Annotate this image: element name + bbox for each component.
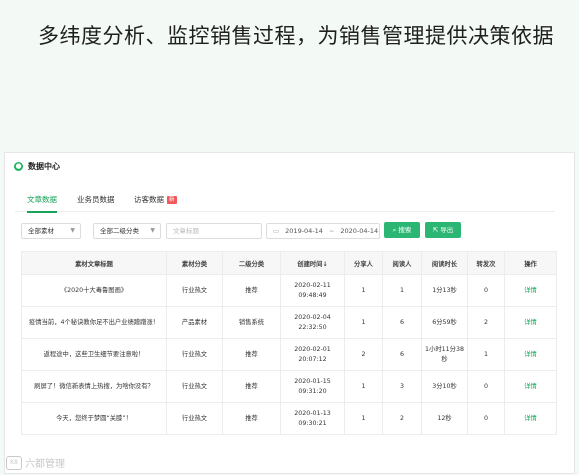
tab-article-data[interactable]: 文章数据 bbox=[27, 194, 57, 213]
cell-sharers: 1 bbox=[344, 402, 383, 435]
details-link[interactable]: 详情 bbox=[504, 274, 557, 307]
col-created-time[interactable]: 创建时间↓ bbox=[280, 251, 345, 275]
cell-category: 行业热文 bbox=[166, 370, 223, 403]
cell-created-time: 2020-02-01 20:07:12 bbox=[280, 338, 345, 371]
col-sharers: 分享人 bbox=[344, 251, 383, 275]
cell-title: 《2020十大毒鲁图画》 bbox=[21, 274, 167, 307]
cell-forwards: 0 bbox=[467, 370, 505, 403]
col-forwards: 转发次 bbox=[467, 251, 505, 275]
export-button-label: 导出 bbox=[440, 226, 454, 234]
date-start: 2019-04-14 bbox=[285, 227, 323, 235]
details-link[interactable]: 详情 bbox=[504, 370, 557, 403]
table-row: 今天，您终于梦圆“关膝”！ 行业热文 推荐 2020-01-13 09:30:2… bbox=[21, 402, 557, 435]
cell-category: 产品素材 bbox=[166, 306, 223, 339]
panel-header: ● 数据中心 bbox=[14, 161, 60, 172]
cell-created-time: 2020-01-13 09:30:21 bbox=[280, 402, 345, 435]
cell-title: 返程途中，这些卫生细节要注意啦！ bbox=[21, 338, 167, 371]
sort-desc-icon: ↓ bbox=[322, 260, 328, 268]
page-headline: 多纬度分析、监控销售过程，为销售管理提供决策依据 bbox=[38, 24, 554, 48]
cell-created-time: 2020-02-11 09:48:49 bbox=[280, 274, 345, 307]
search-button-label: 搜索 bbox=[398, 226, 412, 234]
title-search-input[interactable]: 文章标题 bbox=[166, 223, 262, 239]
cell-created-time: 2020-02-04 22:32:50 bbox=[280, 306, 345, 339]
cell-forwards: 1 bbox=[467, 338, 505, 371]
cell-duration: 6分59秒 bbox=[421, 306, 468, 339]
cell-duration: 1小时11分38秒 bbox=[421, 338, 468, 371]
tab-visitor-data[interactable]: 访客数据新 bbox=[134, 194, 177, 205]
col-action: 操作 bbox=[504, 251, 557, 275]
cell-created-time: 2020-01-15 09:31:20 bbox=[280, 370, 345, 403]
col-subcategory: 二级分类 bbox=[222, 251, 281, 275]
cell-readers: 3 bbox=[382, 370, 422, 403]
cell-readers: 2 bbox=[382, 402, 422, 435]
subcategory-select-value: 全部二级分类 bbox=[100, 227, 139, 235]
cell-readers: 6 bbox=[382, 306, 422, 339]
table-row: 疫情当前，4个秘诀教你足不出户业绩蹭蹭涨！ 产品素材 销售系统 2020-02-… bbox=[21, 306, 557, 339]
cell-subcategory: 销售系统 bbox=[222, 306, 281, 339]
cell-subcategory: 推荐 bbox=[222, 402, 281, 435]
cell-readers: 1 bbox=[382, 274, 422, 307]
details-link[interactable]: 详情 bbox=[504, 338, 557, 371]
table-header-row: 素材文章标题 素材分类 二级分类 创建时间↓ 分享人 阅读人 阅读时长 转发次 … bbox=[21, 251, 557, 275]
subcategory-select[interactable]: 全部二级分类 ▼ bbox=[93, 223, 161, 239]
details-link[interactable]: 详情 bbox=[504, 306, 557, 339]
col-read-duration: 阅读时长 bbox=[421, 251, 468, 275]
data-center-icon: ● bbox=[14, 162, 23, 171]
watermark-logo-icon: K8 bbox=[6, 455, 22, 470]
export-button[interactable]: ⇱ 导出 bbox=[425, 222, 461, 238]
cell-subcategory: 推荐 bbox=[222, 274, 281, 307]
cell-title: 刷屏了！微信新表情上热搜，为啥你没有？ bbox=[21, 370, 167, 403]
cell-duration: 1分13秒 bbox=[421, 274, 468, 307]
cell-category: 行业热文 bbox=[166, 274, 223, 307]
cell-forwards: 0 bbox=[467, 402, 505, 435]
cell-forwards: 0 bbox=[467, 274, 505, 307]
col-created-time-label: 创建时间 bbox=[297, 260, 323, 268]
date-end: 2020-04-14 bbox=[340, 227, 379, 235]
material-select-value: 全部素材 bbox=[28, 227, 54, 235]
data-center-panel: ● 数据中心 文章数据 业务员数据 访客数据新 全部素材 ▼ 全部二级分类 ▼ … bbox=[4, 152, 575, 474]
date-range-picker[interactable]: ▭ 2019-04-14 ~2020-04-14 bbox=[266, 223, 380, 239]
col-title: 素材文章标题 bbox=[21, 251, 167, 275]
table-row: 返程途中，这些卫生细节要注意啦！ 行业热文 推荐 2020-02-01 20:0… bbox=[21, 338, 557, 371]
cell-sharers: 2 bbox=[344, 338, 383, 371]
cell-duration: 12秒 bbox=[421, 402, 468, 435]
watermark: K8 六都管理 bbox=[6, 455, 65, 470]
tab-salesperson-data[interactable]: 业务员数据 bbox=[77, 194, 115, 205]
material-select[interactable]: 全部素材 ▼ bbox=[21, 223, 81, 239]
cell-subcategory: 推荐 bbox=[222, 338, 281, 371]
cell-sharers: 1 bbox=[344, 306, 383, 339]
article-data-table: 素材文章标题 素材分类 二级分类 创建时间↓ 分享人 阅读人 阅读时长 转发次 … bbox=[21, 251, 557, 435]
col-readers: 阅读人 bbox=[382, 251, 422, 275]
cell-sharers: 1 bbox=[344, 274, 383, 307]
col-category: 素材分类 bbox=[166, 251, 223, 275]
cell-category: 行业热文 bbox=[166, 402, 223, 435]
watermark-text: 六都管理 bbox=[25, 459, 65, 470]
cell-title: 今天，您终于梦圆“关膝”！ bbox=[21, 402, 167, 435]
cell-duration: 3分10秒 bbox=[421, 370, 468, 403]
panel-title: 数据中心 bbox=[28, 162, 60, 171]
calendar-icon: ▭ bbox=[273, 227, 280, 235]
table-row: 刷屏了！微信新表情上热搜，为啥你没有？ 行业热文 推荐 2020-01-15 0… bbox=[21, 370, 557, 403]
cell-sharers: 1 bbox=[344, 370, 383, 403]
chevron-down-icon: ▼ bbox=[70, 227, 75, 234]
date-separator: ~ bbox=[328, 227, 335, 235]
cell-category: 行业热文 bbox=[166, 338, 223, 371]
cell-subcategory: 推荐 bbox=[222, 370, 281, 403]
cell-readers: 6 bbox=[382, 338, 422, 371]
search-button[interactable]: ⌕ 搜索 bbox=[384, 222, 420, 238]
cell-title: 疫情当前，4个秘诀教你足不出户业绩蹭蹭涨！ bbox=[21, 306, 167, 339]
tab-visitor-label: 访客数据 bbox=[134, 195, 164, 204]
new-badge: 新 bbox=[167, 196, 177, 204]
chevron-down-icon: ▼ bbox=[150, 227, 155, 234]
details-link[interactable]: 详情 bbox=[504, 402, 557, 435]
tab-bar: 文章数据 业务员数据 访客数据新 bbox=[15, 189, 555, 213]
table-row: 《2020十大毒鲁图画》 行业热文 推荐 2020-02-11 09:48:49… bbox=[21, 274, 557, 307]
cell-forwards: 2 bbox=[467, 306, 505, 339]
